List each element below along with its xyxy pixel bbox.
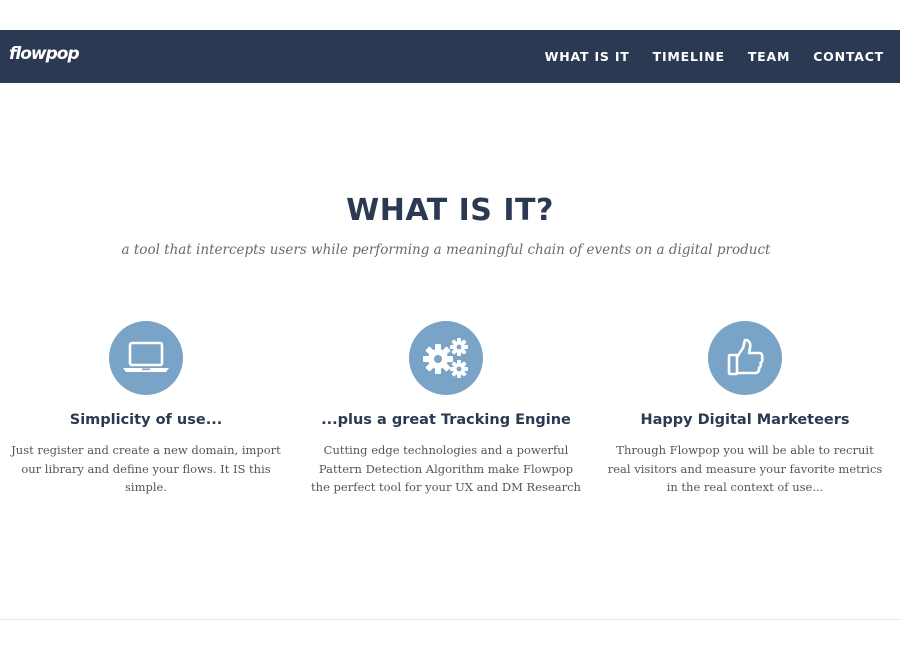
section-divider bbox=[0, 619, 900, 620]
nav-link-team[interactable]: TEAM bbox=[748, 49, 790, 64]
nav-link-what-is-it[interactable]: WHAT IS IT bbox=[545, 49, 630, 64]
feature-description: Cutting edge technologies and a powerful… bbox=[311, 443, 581, 494]
brand-logo[interactable]: flowpop bbox=[9, 44, 80, 64]
feature-title: Simplicity of use... bbox=[69, 412, 223, 428]
thumbs-up-icon bbox=[708, 321, 782, 395]
nav-link-timeline[interactable]: TIMELINE bbox=[653, 49, 725, 64]
top-navbar: flowpop WHAT IS IT TIMELINE TEAM CONTACT bbox=[0, 30, 900, 83]
nav-menu: WHAT IS IT TIMELINE TEAM CONTACT bbox=[522, 30, 884, 83]
section-subtitle: a tool that intercepts users while perfo… bbox=[121, 242, 771, 258]
nav-link-contact[interactable]: CONTACT bbox=[813, 49, 884, 64]
section-title: WHAT IS IT? bbox=[346, 193, 554, 228]
feature-title: ...plus a great Tracking Engine bbox=[321, 412, 571, 428]
feature-title: Happy Digital Marketeers bbox=[640, 412, 850, 428]
feature-happy-marketeers: Happy Digital Marketeers Through Flowpop… bbox=[605, 321, 885, 497]
feature-simplicity: Simplicity of use... Just register and c… bbox=[6, 321, 286, 497]
top-spacer bbox=[0, 0, 900, 30]
feature-description: Just register and create a new domain, i… bbox=[11, 443, 281, 494]
laptop-icon bbox=[109, 321, 183, 395]
feature-tracking-engine: ...plus a great Tracking Engine Cutting … bbox=[306, 321, 586, 497]
gears-icon bbox=[409, 321, 483, 395]
feature-description: Through Flowpop you will be able to recr… bbox=[607, 443, 883, 494]
